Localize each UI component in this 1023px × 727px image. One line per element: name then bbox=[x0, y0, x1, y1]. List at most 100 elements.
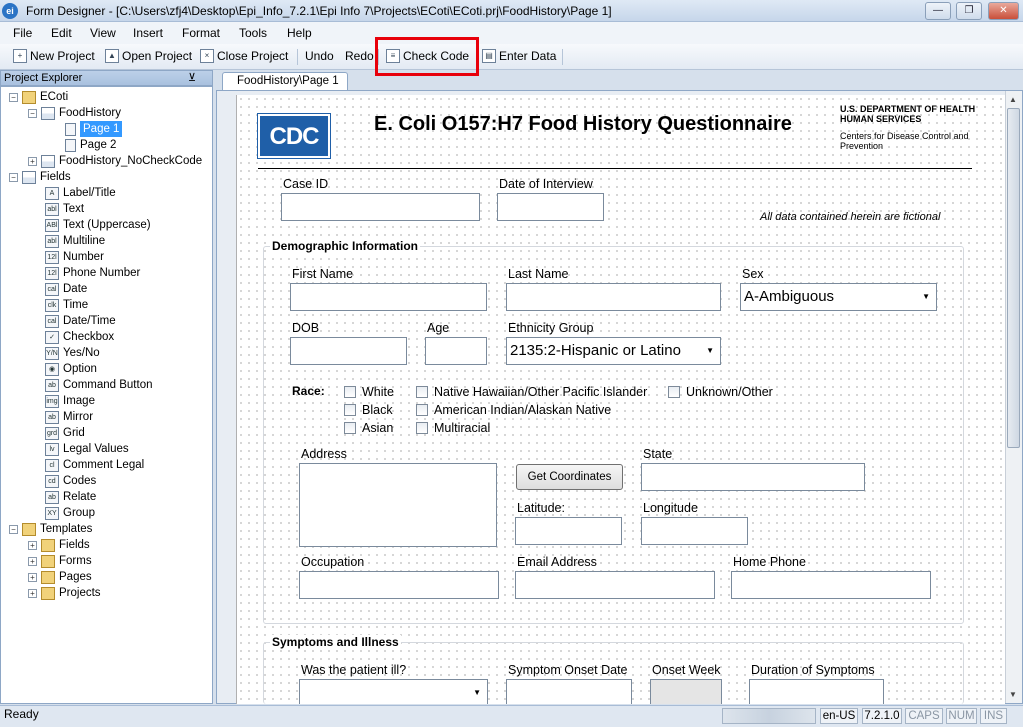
expand-icon[interactable]: + bbox=[28, 572, 37, 582]
tree-node-field-type[interactable]: 12l Phone Number bbox=[45, 265, 140, 281]
tree-node-field-type[interactable]: 12l Number bbox=[45, 249, 104, 265]
race-hawaiian-checkbox[interactable]: Native Hawaiian/Other Pacific Islander bbox=[416, 385, 647, 399]
scroll-up-icon[interactable]: ▲ bbox=[1009, 95, 1017, 104]
home-phone-field[interactable] bbox=[731, 571, 931, 599]
scrollbar-thumb[interactable] bbox=[1007, 108, 1020, 448]
close-window-button[interactable]: ✕ bbox=[988, 2, 1019, 20]
expand-icon[interactable]: + bbox=[28, 588, 37, 598]
checkbox-box[interactable] bbox=[344, 422, 356, 434]
symptoms-title[interactable]: Symptoms and Illness bbox=[270, 635, 401, 649]
occupation-field[interactable] bbox=[299, 571, 499, 599]
pin-icon[interactable]: ⊻ bbox=[188, 71, 196, 85]
menu-edit[interactable]: Edit bbox=[51, 26, 72, 40]
dob-field[interactable] bbox=[290, 337, 407, 365]
case-id-field[interactable] bbox=[281, 193, 480, 221]
tree-node-field-type[interactable]: A Label/Title bbox=[45, 185, 116, 201]
race-white-checkbox[interactable]: White bbox=[344, 385, 394, 399]
tree-node-field-type[interactable]: clk Time bbox=[45, 297, 88, 313]
tree-node-field-type[interactable]: Y/N Yes/No bbox=[45, 345, 100, 361]
checkbox-box[interactable] bbox=[668, 386, 680, 398]
tree-node-field-type[interactable]: lv Legal Values bbox=[45, 441, 129, 457]
email-field[interactable] bbox=[515, 571, 715, 599]
scroll-down-icon[interactable]: ▼ bbox=[1009, 690, 1017, 699]
tree-node-field-type[interactable]: ABl Text (Uppercase) bbox=[45, 217, 151, 233]
expand-icon[interactable]: + bbox=[28, 556, 37, 566]
undo-button[interactable]: Undo bbox=[305, 49, 334, 63]
tree-node-field-type[interactable]: abl Multiline bbox=[45, 233, 105, 249]
onset-date-field[interactable] bbox=[506, 679, 632, 704]
tree-node-project[interactable]: − ECoti bbox=[9, 89, 68, 105]
tree-node-field-type[interactable]: grd Grid bbox=[45, 425, 85, 441]
collapse-icon[interactable]: − bbox=[9, 172, 18, 182]
was-ill-select[interactable]: ▼ bbox=[299, 679, 488, 704]
sex-select[interactable]: A-Ambiguous ▼ bbox=[740, 283, 937, 311]
checkbox-box[interactable] bbox=[416, 386, 428, 398]
tree-node-field-type[interactable]: ◉ Option bbox=[45, 361, 97, 377]
expand-icon[interactable]: + bbox=[28, 540, 37, 550]
collapse-icon[interactable]: − bbox=[28, 108, 37, 118]
menu-format[interactable]: Format bbox=[182, 26, 220, 40]
collapse-icon[interactable]: − bbox=[9, 92, 18, 102]
duration-field[interactable] bbox=[749, 679, 884, 704]
tree-node-field-type[interactable]: ✓ Checkbox bbox=[45, 329, 114, 345]
enter-data-button[interactable]: ▤ Enter Data bbox=[482, 49, 556, 63]
checkbox-box[interactable] bbox=[344, 386, 356, 398]
tree-node-fields[interactable]: − Fields bbox=[9, 169, 71, 185]
age-field[interactable] bbox=[425, 337, 487, 365]
date-of-interview-field[interactable] bbox=[497, 193, 604, 221]
get-coordinates-button[interactable]: Get Coordinates bbox=[516, 464, 623, 490]
menu-view[interactable]: View bbox=[90, 26, 116, 40]
tree-node-page-1[interactable]: Page 1 bbox=[65, 121, 123, 137]
form-title[interactable]: E. Coli O157:H7 Food History Questionnai… bbox=[374, 113, 792, 136]
department-label[interactable]: U.S. DEPARTMENT OF HEALTH HUMAN SERVICES bbox=[840, 104, 1000, 124]
tree-node-field-type[interactable]: XY Group bbox=[45, 505, 95, 521]
race-black-checkbox[interactable]: Black bbox=[344, 403, 393, 417]
longitude-field[interactable] bbox=[641, 517, 748, 545]
tree-node-template[interactable]: + Projects bbox=[28, 585, 101, 601]
state-field[interactable] bbox=[641, 463, 865, 491]
menu-tools[interactable]: Tools bbox=[239, 26, 267, 40]
first-name-field[interactable] bbox=[290, 283, 487, 311]
tree-node-field-type[interactable]: cal Date/Time bbox=[45, 313, 116, 329]
menu-help[interactable]: Help bbox=[287, 26, 312, 40]
demographic-title[interactable]: Demographic Information bbox=[270, 239, 421, 253]
tree-node-template[interactable]: + Pages bbox=[28, 569, 92, 585]
cdc-logo[interactable]: CDC bbox=[257, 113, 331, 159]
tree-node-field-type[interactable]: ab Mirror bbox=[45, 409, 93, 425]
ethnicity-select[interactable]: 2135:2-Hispanic or Latino ▼ bbox=[506, 337, 721, 365]
collapse-icon[interactable]: − bbox=[9, 524, 18, 534]
tree-node-form-nocheckcode[interactable]: + FoodHistory_NoCheckCode bbox=[28, 153, 202, 169]
address-field[interactable] bbox=[299, 463, 497, 547]
race-multiracial-checkbox[interactable]: Multiracial bbox=[416, 421, 490, 435]
checkbox-box[interactable] bbox=[416, 404, 428, 416]
checkbox-box[interactable] bbox=[416, 422, 428, 434]
tree-node-field-type[interactable]: cl Comment Legal bbox=[45, 457, 144, 473]
latitude-field[interactable] bbox=[515, 517, 622, 545]
menu-file[interactable]: File bbox=[13, 26, 32, 40]
tree-node-field-type[interactable]: cd Codes bbox=[45, 473, 96, 489]
tree-node-field-type[interactable]: abl Text bbox=[45, 201, 84, 217]
checkbox-box[interactable] bbox=[344, 404, 356, 416]
tree-node-template[interactable]: + Forms bbox=[28, 553, 92, 569]
redo-button[interactable]: Redo bbox=[345, 49, 374, 63]
expand-icon[interactable]: + bbox=[28, 156, 37, 166]
tree-node-templates[interactable]: − Templates bbox=[9, 521, 92, 537]
close-project-button[interactable]: × Close Project bbox=[200, 49, 288, 63]
open-project-button[interactable]: ▲ Open Project bbox=[105, 49, 192, 63]
last-name-field[interactable] bbox=[506, 283, 721, 311]
tree-node-field-type[interactable]: ab Relate bbox=[45, 489, 96, 505]
menu-insert[interactable]: Insert bbox=[133, 26, 163, 40]
tree-node-template[interactable]: + Fields bbox=[28, 537, 90, 553]
tree-node-field-type[interactable]: cal Date bbox=[45, 281, 87, 297]
cdc-name-label[interactable]: Centers for Disease Control and Preventi… bbox=[840, 131, 980, 151]
restore-button[interactable]: ❐ bbox=[956, 2, 982, 20]
new-project-button[interactable]: + New Project bbox=[13, 49, 95, 63]
race-asian-checkbox[interactable]: Asian bbox=[344, 421, 393, 435]
minimize-button[interactable]: — bbox=[925, 2, 951, 20]
onset-week-field[interactable] bbox=[650, 679, 722, 704]
tree-node-field-type[interactable]: ab Command Button bbox=[45, 377, 153, 393]
tree-node-form-foodhistory[interactable]: − FoodHistory bbox=[28, 105, 121, 121]
race-unknown-checkbox[interactable]: Unknown/Other bbox=[668, 385, 773, 399]
tab-page-1[interactable]: FoodHistory\Page 1 bbox=[222, 72, 348, 91]
tree-node-field-type[interactable]: img Image bbox=[45, 393, 95, 409]
